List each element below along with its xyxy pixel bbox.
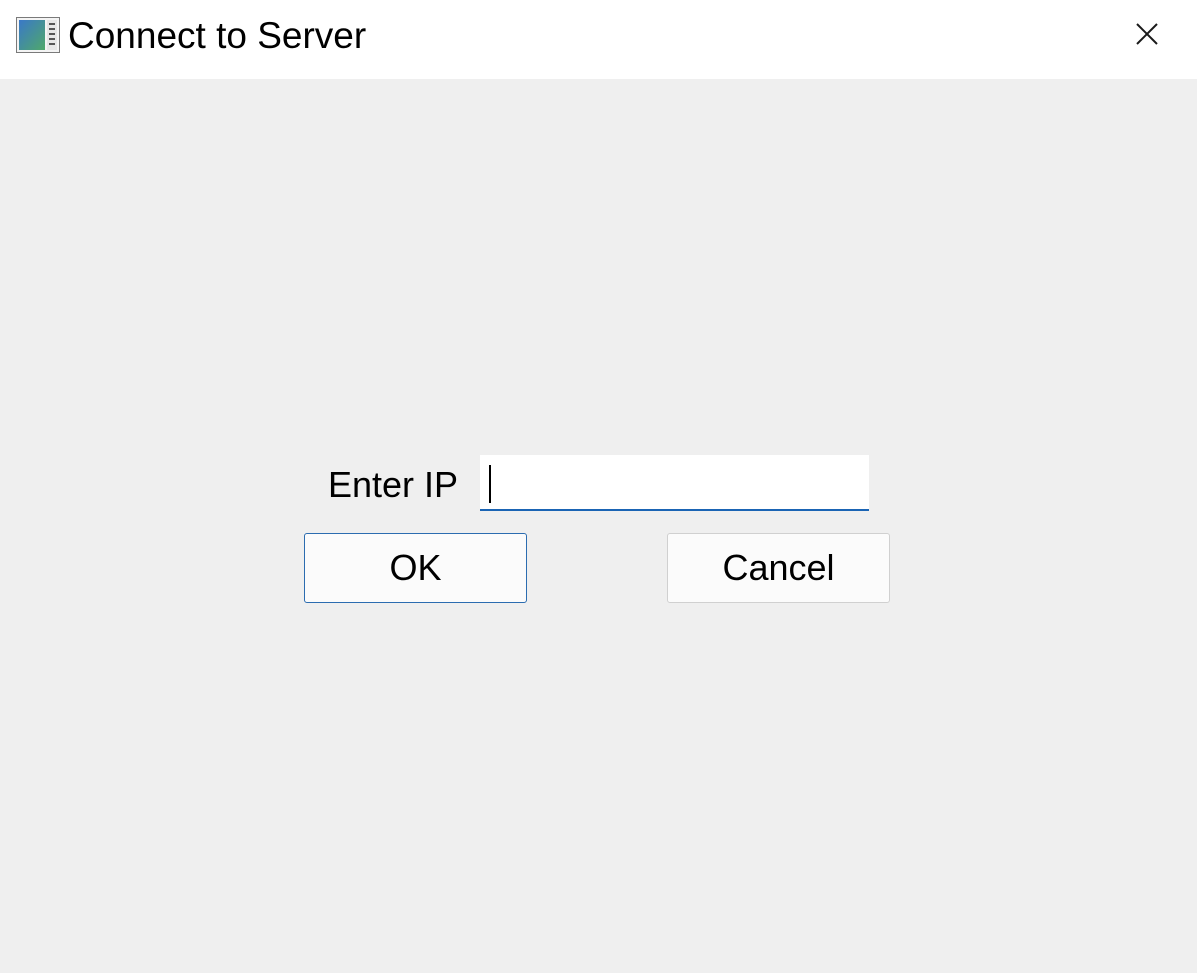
ok-button[interactable]: OK xyxy=(304,533,527,603)
title-bar: Connect to Server xyxy=(0,0,1197,79)
window-title: Connect to Server xyxy=(68,15,367,56)
ip-input-field[interactable] xyxy=(480,455,869,511)
connect-dialog: Connect to Server Enter IP OK Cancel xyxy=(0,0,1197,973)
close-button[interactable] xyxy=(1117,12,1177,60)
ip-label: Enter IP xyxy=(328,464,459,505)
app-window-icon xyxy=(16,17,60,53)
text-caret xyxy=(489,465,491,503)
dialog-body xyxy=(0,79,1197,973)
cancel-button[interactable]: Cancel xyxy=(667,533,890,603)
ip-input[interactable] xyxy=(494,455,854,509)
close-icon xyxy=(1135,22,1159,51)
